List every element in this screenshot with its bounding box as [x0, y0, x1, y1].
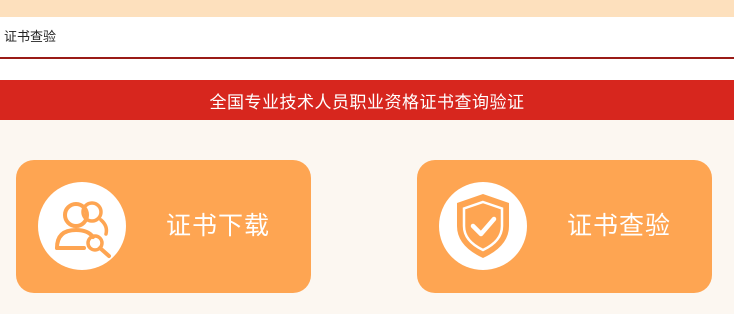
banner-title: 全国专业技术人员职业资格证书查询验证: [209, 92, 525, 113]
certificate-download-button[interactable]: 证书下载: [16, 160, 311, 293]
certificate-verify-label: 证书查验: [567, 211, 672, 240]
certificate-download-label: 证书下载: [166, 211, 271, 240]
page-title: 证书查验: [4, 30, 57, 45]
nav-bar: 证书查验: [0, 17, 734, 59]
shield-check-icon: [457, 194, 509, 258]
spacer: [0, 61, 734, 80]
icon-circle: [439, 182, 527, 270]
banner: 全国专业技术人员职业资格证书查询验证: [0, 80, 734, 120]
user-search-icon: [55, 201, 111, 258]
top-strip: [0, 0, 734, 17]
main-content: 证书下载 证书查验: [0, 120, 734, 314]
certificate-verify-button[interactable]: 证书查验: [417, 160, 712, 293]
icon-circle: [38, 182, 126, 270]
